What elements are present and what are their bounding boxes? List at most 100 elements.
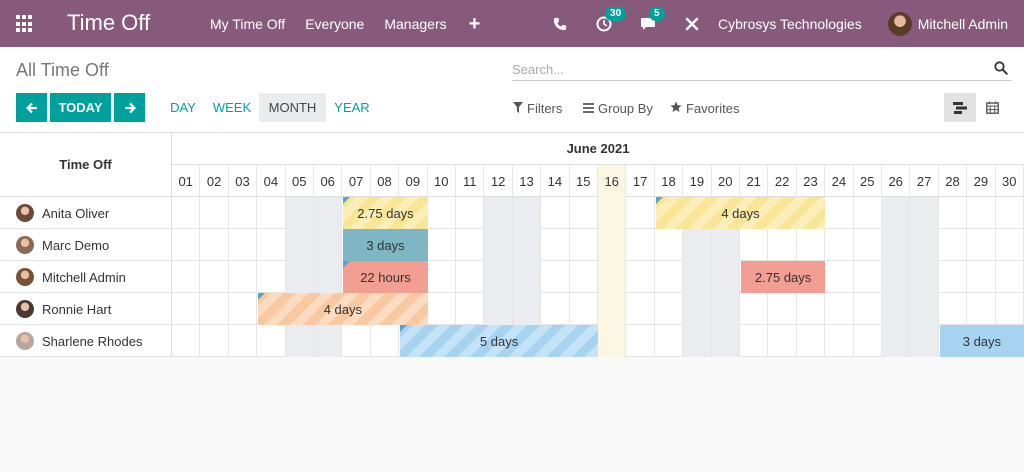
gantt-cell[interactable]	[967, 261, 996, 293]
gantt-cell[interactable]	[229, 229, 258, 261]
gantt-cell[interactable]	[456, 229, 485, 261]
previous-button[interactable]	[16, 93, 47, 122]
company-switcher[interactable]: Cybrosys Technologies	[718, 16, 862, 32]
gantt-cell[interactable]	[626, 261, 655, 293]
gantt-cell[interactable]	[598, 261, 627, 293]
gantt-cell[interactable]	[967, 229, 996, 261]
gantt-cell[interactable]	[428, 197, 456, 229]
gantt-cell[interactable]	[797, 293, 826, 325]
gantt-cell[interactable]	[683, 229, 712, 261]
gantt-cell[interactable]	[882, 261, 911, 293]
filters-button[interactable]: Filters	[513, 101, 562, 116]
gantt-cell[interactable]	[996, 261, 1024, 293]
gantt-cell[interactable]	[598, 197, 627, 229]
gantt-cell[interactable]	[768, 293, 797, 325]
gantt-cell[interactable]	[512, 261, 542, 293]
gantt-cell[interactable]	[768, 325, 797, 357]
gantt-cell[interactable]	[797, 229, 826, 261]
gantt-cell[interactable]	[797, 325, 826, 357]
gantt-cell[interactable]	[314, 261, 343, 293]
gantt-cell[interactable]	[626, 325, 655, 357]
time-off-pill[interactable]: 4 days	[655, 197, 826, 229]
gantt-cell[interactable]	[683, 293, 712, 325]
gantt-cell[interactable]	[200, 261, 229, 293]
time-off-pill[interactable]: 5 days	[400, 325, 598, 357]
gantt-cell[interactable]	[967, 197, 996, 229]
gantt-cell[interactable]	[825, 229, 854, 261]
gantt-cell[interactable]	[570, 261, 598, 293]
gantt-cell[interactable]	[512, 293, 542, 325]
gantt-cell[interactable]	[229, 197, 258, 229]
gantt-cell[interactable]	[825, 261, 854, 293]
gantt-cell[interactable]	[229, 261, 258, 293]
gantt-cell[interactable]	[285, 197, 314, 229]
gantt-cell[interactable]	[314, 197, 343, 229]
gantt-cell[interactable]	[854, 197, 882, 229]
gantt-cell[interactable]	[825, 293, 854, 325]
favorites-button[interactable]: Favorites	[670, 101, 739, 116]
gantt-cell[interactable]	[285, 229, 314, 261]
gantt-cell[interactable]	[655, 229, 684, 261]
gantt-cell[interactable]	[172, 325, 201, 357]
gantt-cell[interactable]	[456, 293, 485, 325]
gantt-cell[interactable]	[541, 229, 570, 261]
time-off-pill[interactable]: 22 hours	[343, 261, 428, 293]
gantt-cell[interactable]	[939, 229, 968, 261]
gantt-cell[interactable]	[484, 197, 513, 229]
gantt-cell[interactable]	[910, 261, 939, 293]
gantt-cell[interactable]	[428, 229, 456, 261]
gantt-cell[interactable]	[967, 293, 996, 325]
menu-everyone[interactable]: Everyone	[295, 16, 374, 32]
gantt-cell[interactable]	[740, 229, 769, 261]
gantt-cell[interactable]	[371, 325, 400, 357]
plus-icon[interactable]: +	[457, 14, 493, 34]
phone-icon[interactable]	[552, 16, 568, 32]
gantt-cell[interactable]	[854, 229, 882, 261]
gantt-cell[interactable]	[655, 293, 684, 325]
gantt-cell[interactable]	[512, 197, 542, 229]
gantt-cell[interactable]	[200, 325, 229, 357]
time-off-pill[interactable]: 2.75 days	[741, 261, 826, 293]
gantt-cell[interactable]	[541, 197, 570, 229]
gantt-cell[interactable]	[484, 229, 513, 261]
gantt-cell[interactable]	[996, 293, 1024, 325]
gantt-cell[interactable]	[996, 197, 1024, 229]
gantt-cell[interactable]	[541, 293, 570, 325]
gantt-cell[interactable]	[910, 229, 939, 261]
gantt-cell[interactable]	[882, 293, 911, 325]
time-off-pill[interactable]: 2.75 days	[343, 197, 428, 229]
gantt-cell[interactable]	[598, 229, 627, 261]
gantt-cell[interactable]	[711, 229, 740, 261]
time-off-pill[interactable]: 4 days	[258, 293, 428, 325]
gantt-cell[interactable]	[882, 197, 911, 229]
gantt-cell[interactable]	[200, 197, 229, 229]
gantt-cell[interactable]	[882, 229, 911, 261]
gantt-cell[interactable]	[229, 325, 258, 357]
scale-day-button[interactable]: DAY	[164, 93, 202, 122]
gantt-cell[interactable]	[655, 261, 684, 293]
gantt-cell[interactable]	[570, 293, 598, 325]
gantt-cell[interactable]	[314, 229, 343, 261]
gantt-cell[interactable]	[257, 325, 286, 357]
gantt-cell[interactable]	[626, 197, 655, 229]
gantt-cell[interactable]	[825, 197, 854, 229]
gantt-cell[interactable]	[882, 325, 911, 357]
activity-clock-icon[interactable]: 30	[596, 6, 627, 32]
gantt-cell[interactable]	[257, 197, 286, 229]
gantt-cell[interactable]	[428, 261, 456, 293]
gantt-cell[interactable]	[285, 261, 314, 293]
gantt-cell[interactable]	[854, 261, 882, 293]
gantt-cell[interactable]	[740, 293, 769, 325]
time-off-pill[interactable]: 3 days	[939, 325, 1024, 357]
gantt-cell[interactable]	[172, 229, 201, 261]
gantt-cell[interactable]	[626, 229, 655, 261]
user-menu[interactable]: Mitchell Admin	[887, 11, 1008, 36]
gantt-cell[interactable]	[428, 293, 456, 325]
app-grid-icon[interactable]	[16, 15, 34, 33]
scale-month-button[interactable]: MONTH	[259, 93, 326, 122]
gantt-cell[interactable]	[598, 293, 627, 325]
gantt-cell[interactable]	[512, 229, 542, 261]
gantt-cell[interactable]	[996, 229, 1024, 261]
gantt-cell[interactable]	[910, 293, 939, 325]
menu-managers[interactable]: Managers	[374, 16, 456, 32]
